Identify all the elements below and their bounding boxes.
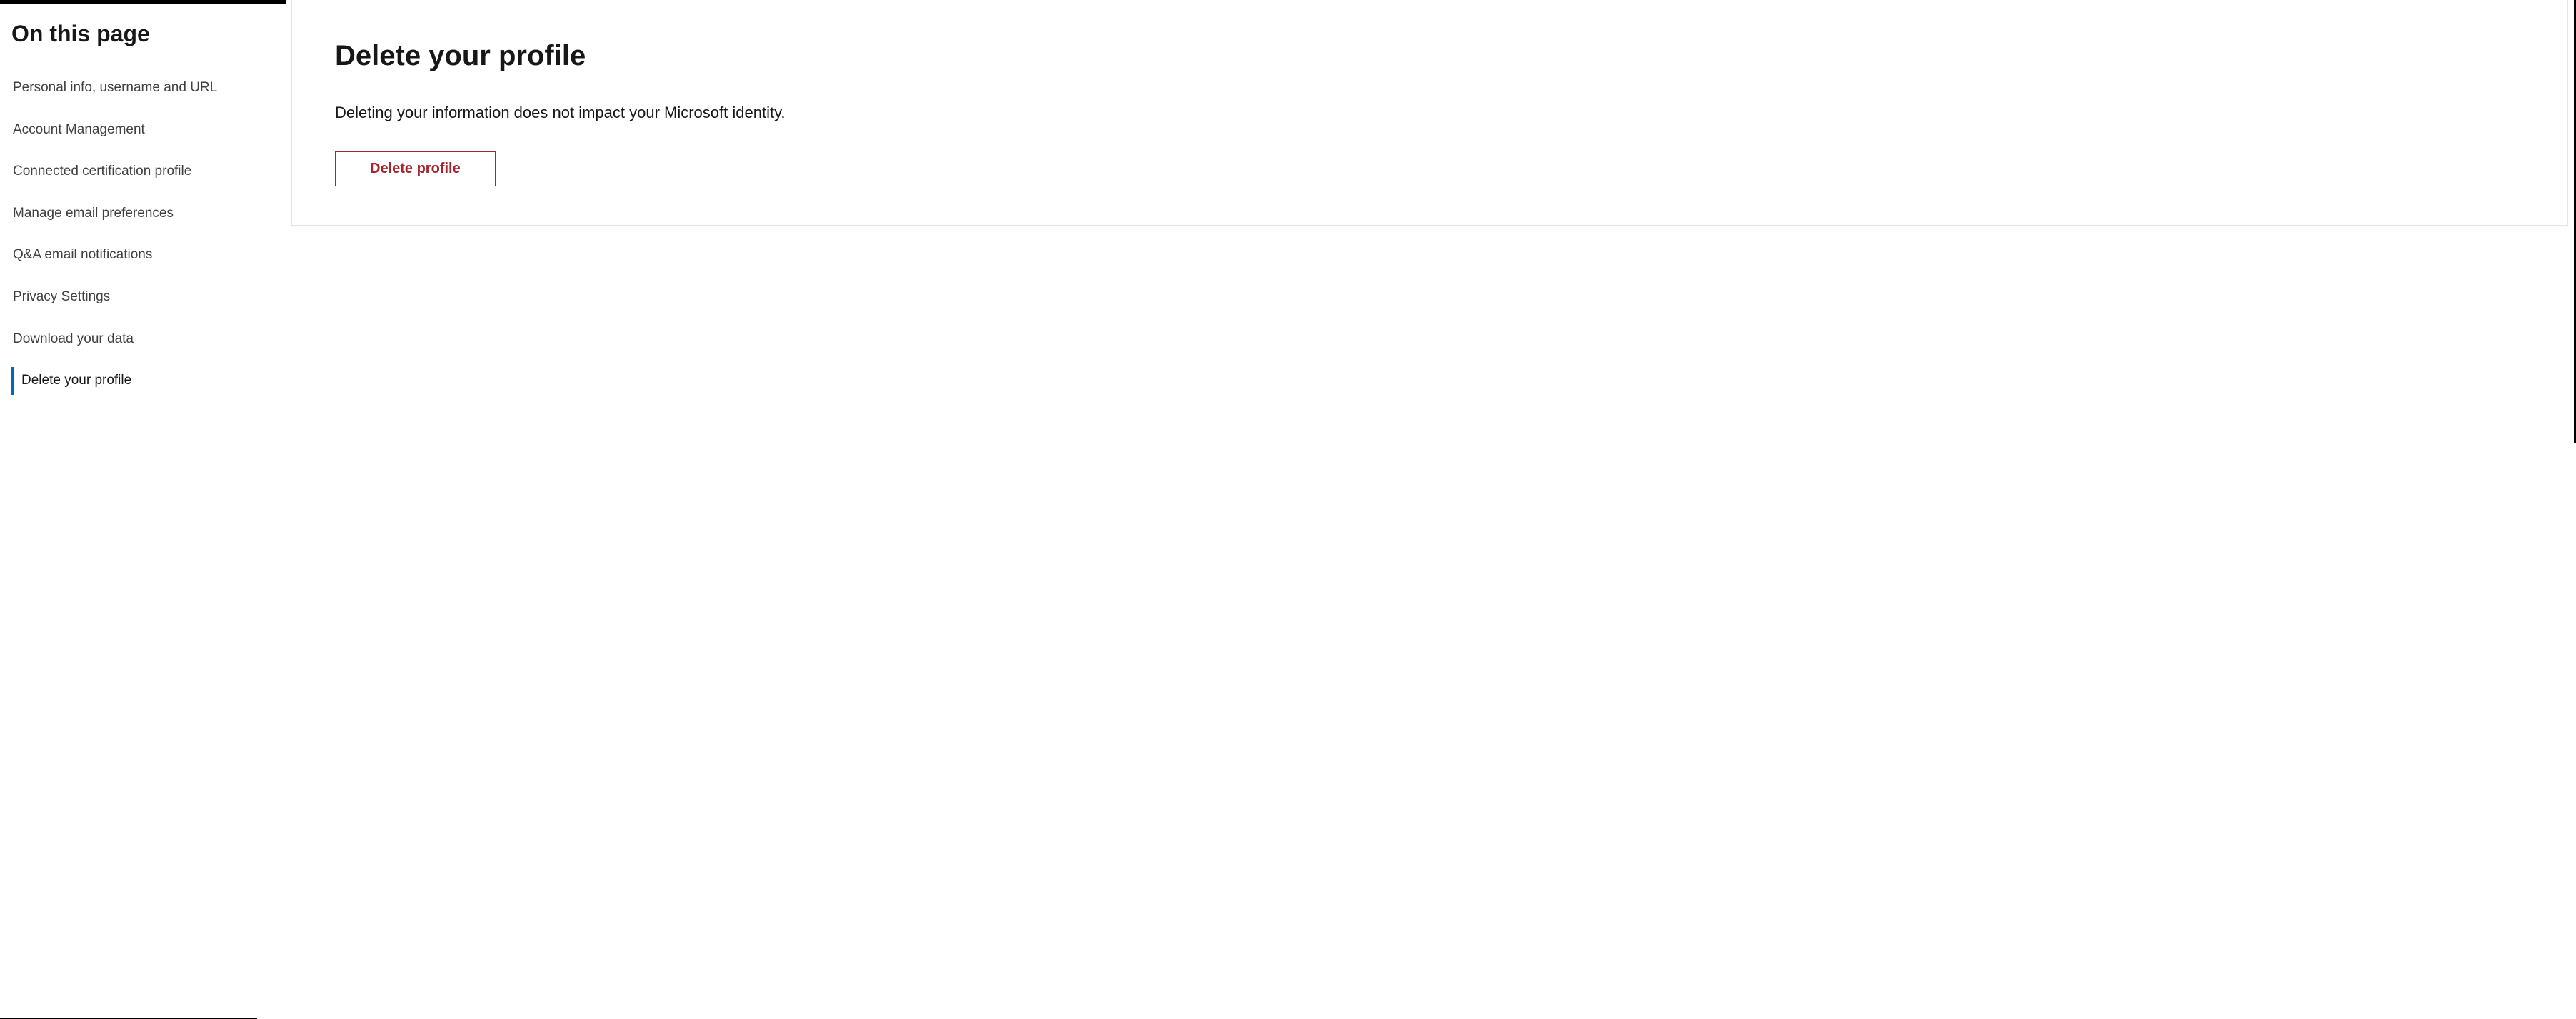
sidebar-item-connected-certification-profile[interactable]: Connected certification profile	[11, 151, 274, 193]
sidebar-item-account-management[interactable]: Account Management	[11, 109, 274, 151]
sidebar-item-personal-info[interactable]: Personal info, username and URL	[11, 67, 274, 109]
delete-profile-button[interactable]: Delete profile	[335, 151, 496, 186]
sidebar-item-download-your-data[interactable]: Download your data	[11, 318, 274, 361]
sidebar-item-qa-email-notifications[interactable]: Q&A email notifications	[11, 234, 274, 276]
sidebar-title: On this page	[11, 21, 274, 47]
sidebar: On this page Personal info, username and…	[0, 0, 286, 1019]
sidebar-nav: Personal info, username and URL Account …	[11, 67, 274, 402]
sidebar-item-manage-email-preferences[interactable]: Manage email preferences	[11, 193, 274, 235]
main-content: Delete your profile Deleting your inform…	[286, 0, 2574, 1019]
sidebar-item-privacy-settings[interactable]: Privacy Settings	[11, 276, 274, 318]
sidebar-item-delete-your-profile[interactable]: Delete your profile	[11, 360, 274, 402]
page-description: Deleting your information does not impac…	[335, 101, 2525, 124]
delete-profile-card: Delete your profile Deleting your inform…	[291, 0, 2568, 226]
page-heading: Delete your profile	[335, 40, 2525, 72]
